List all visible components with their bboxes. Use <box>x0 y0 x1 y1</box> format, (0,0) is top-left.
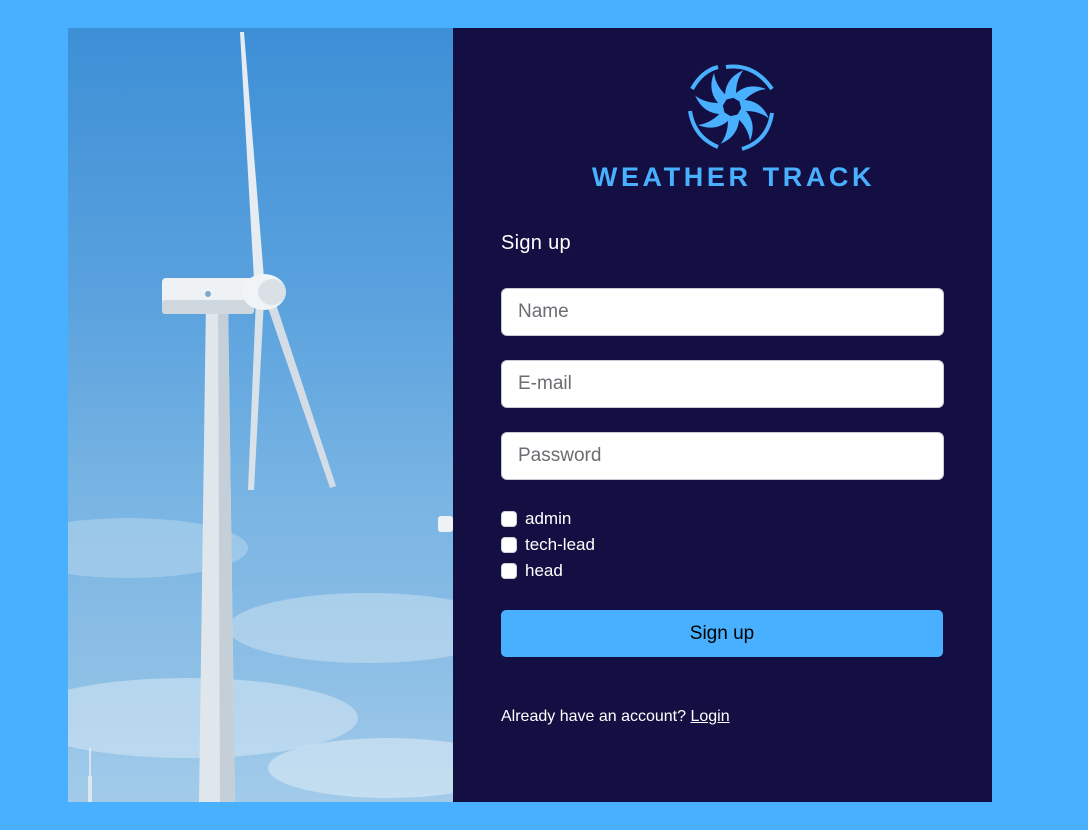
admin-label: admin <box>525 509 572 528</box>
role-option-head[interactable]: head <box>501 558 595 584</box>
role-checkbox-group: admin tech-lead head <box>501 506 595 584</box>
role-option-admin[interactable]: admin <box>501 506 595 532</box>
name-field[interactable] <box>501 288 944 336</box>
head-checkbox[interactable] <box>501 563 517 579</box>
weather-track-logo-icon <box>688 64 774 151</box>
login-prompt: Already have an account? Login <box>501 708 730 726</box>
admin-checkbox[interactable] <box>501 511 517 527</box>
wind-turbine-image <box>68 28 453 802</box>
tech-lead-label: tech-lead <box>525 535 595 554</box>
login-link[interactable]: Login <box>690 708 729 725</box>
sign-up-button[interactable]: Sign up <box>501 610 943 657</box>
signup-panel: WEATHER TRACK Sign up admin tech-lead he… <box>453 28 992 802</box>
tech-lead-checkbox[interactable] <box>501 537 517 553</box>
signup-card: WEATHER TRACK Sign up admin tech-lead he… <box>68 28 992 802</box>
login-prompt-text: Already have an account? <box>501 708 691 725</box>
brand-name: WEATHER TRACK <box>591 162 876 192</box>
email-field[interactable] <box>501 360 944 408</box>
form-heading: Sign up <box>501 232 571 254</box>
password-field[interactable] <box>501 432 944 480</box>
head-label: head <box>525 561 563 580</box>
role-option-tech-lead[interactable]: tech-lead <box>501 532 595 558</box>
